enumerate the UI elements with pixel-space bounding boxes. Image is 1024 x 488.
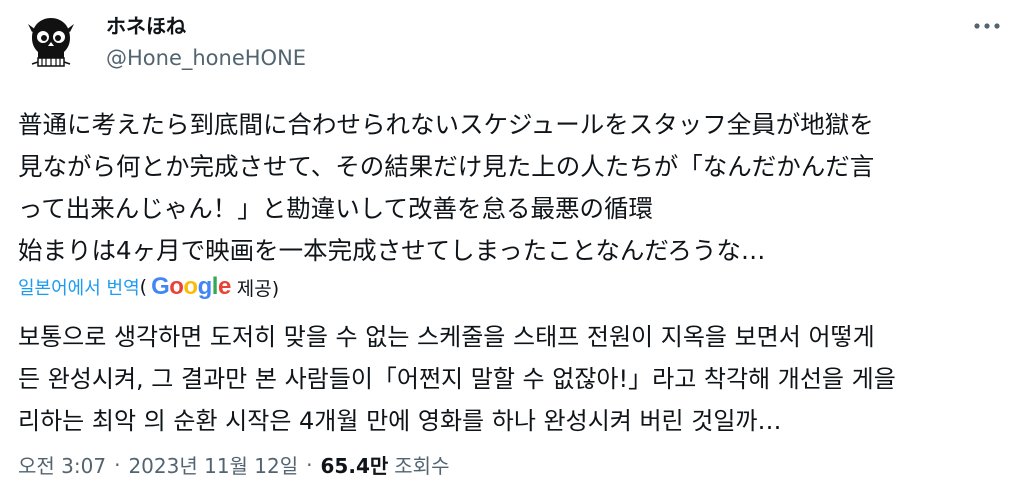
tweet: ホネほね @Hone_honeHONE 普通に考えたら到底間に合わせられないスケ…: [0, 0, 1024, 488]
translated-text-line: 리하는 최악 의 순환 시작은 4개월 만에 영화를 하나 완성시켜 버린 것일…: [18, 407, 782, 435]
tweet-time[interactable]: 오전 3:07: [18, 450, 106, 479]
google-logo-letter: G: [151, 273, 170, 300]
translated-from-link[interactable]: 일본어에서 번역: [18, 274, 140, 300]
google-logo-letter: g: [197, 273, 213, 300]
skull-avatar-icon: [18, 10, 84, 76]
meta-separator: ·: [306, 452, 313, 477]
tweet-text-line: 始まりは4ヶ月で映画を一本完成させてしまったことなんだろうな…: [18, 236, 766, 265]
translation-attribution: 일본어에서 번역 ( G o o g l e 제공): [18, 272, 279, 302]
meta-separator: ·: [114, 452, 121, 477]
google-logo-letter: e: [217, 273, 231, 300]
tweet-text-line: って出来んじゃん！」と勘違いして改善を怠る最悪の循環: [18, 194, 654, 223]
paren-open: (: [139, 276, 148, 298]
more-options-button[interactable]: [968, 12, 1006, 40]
tweet-text-line: 普通に考えたら到底間に合わせられないスケジュールをスタッフ全員が地獄を: [18, 110, 874, 139]
author-name[interactable]: ホネほね: [106, 10, 186, 39]
more-horizontal-icon: [974, 23, 1000, 29]
provider-suffix: 제공): [236, 277, 280, 300]
views-count[interactable]: 65.4만: [321, 450, 389, 479]
tweet-meta: 오전 3:07 · 2023년 11월 12일 · 65.4만 조회수: [18, 450, 449, 479]
translated-text-line: 든 완성시켜, 그 결과만 본 사람들이「어쩐지 말할 수 없잖아!」라고 착각…: [18, 365, 896, 393]
translated-text-line: 보통으로 생각하면 도저히 맞을 수 없는 스케줄을 스태프 전원이 지옥을 보…: [18, 323, 875, 351]
author-handle[interactable]: @Hone_honeHONE: [106, 46, 306, 70]
tweet-text-line: 見ながら何とか完成させて、その結果だけ見た上の人たちが「なんだかんだ言: [18, 152, 875, 181]
avatar[interactable]: [18, 10, 84, 76]
tweet-date[interactable]: 2023년 11월 12일: [128, 450, 298, 479]
translated-text: 보통으로 생각하면 도저히 맞을 수 없는 스케줄을 스태프 전원이 지옥을 보…: [18, 316, 1008, 442]
tweet-text: 普通に考えたら到底間に合わせられないスケジュールをスタッフ全員が地獄を 見ながら…: [18, 104, 1008, 272]
views-label: 조회수: [394, 454, 450, 478]
google-logo-letter: o: [183, 273, 198, 300]
google-logo: G o o g l e: [151, 273, 231, 301]
google-logo-letter: o: [169, 273, 184, 300]
